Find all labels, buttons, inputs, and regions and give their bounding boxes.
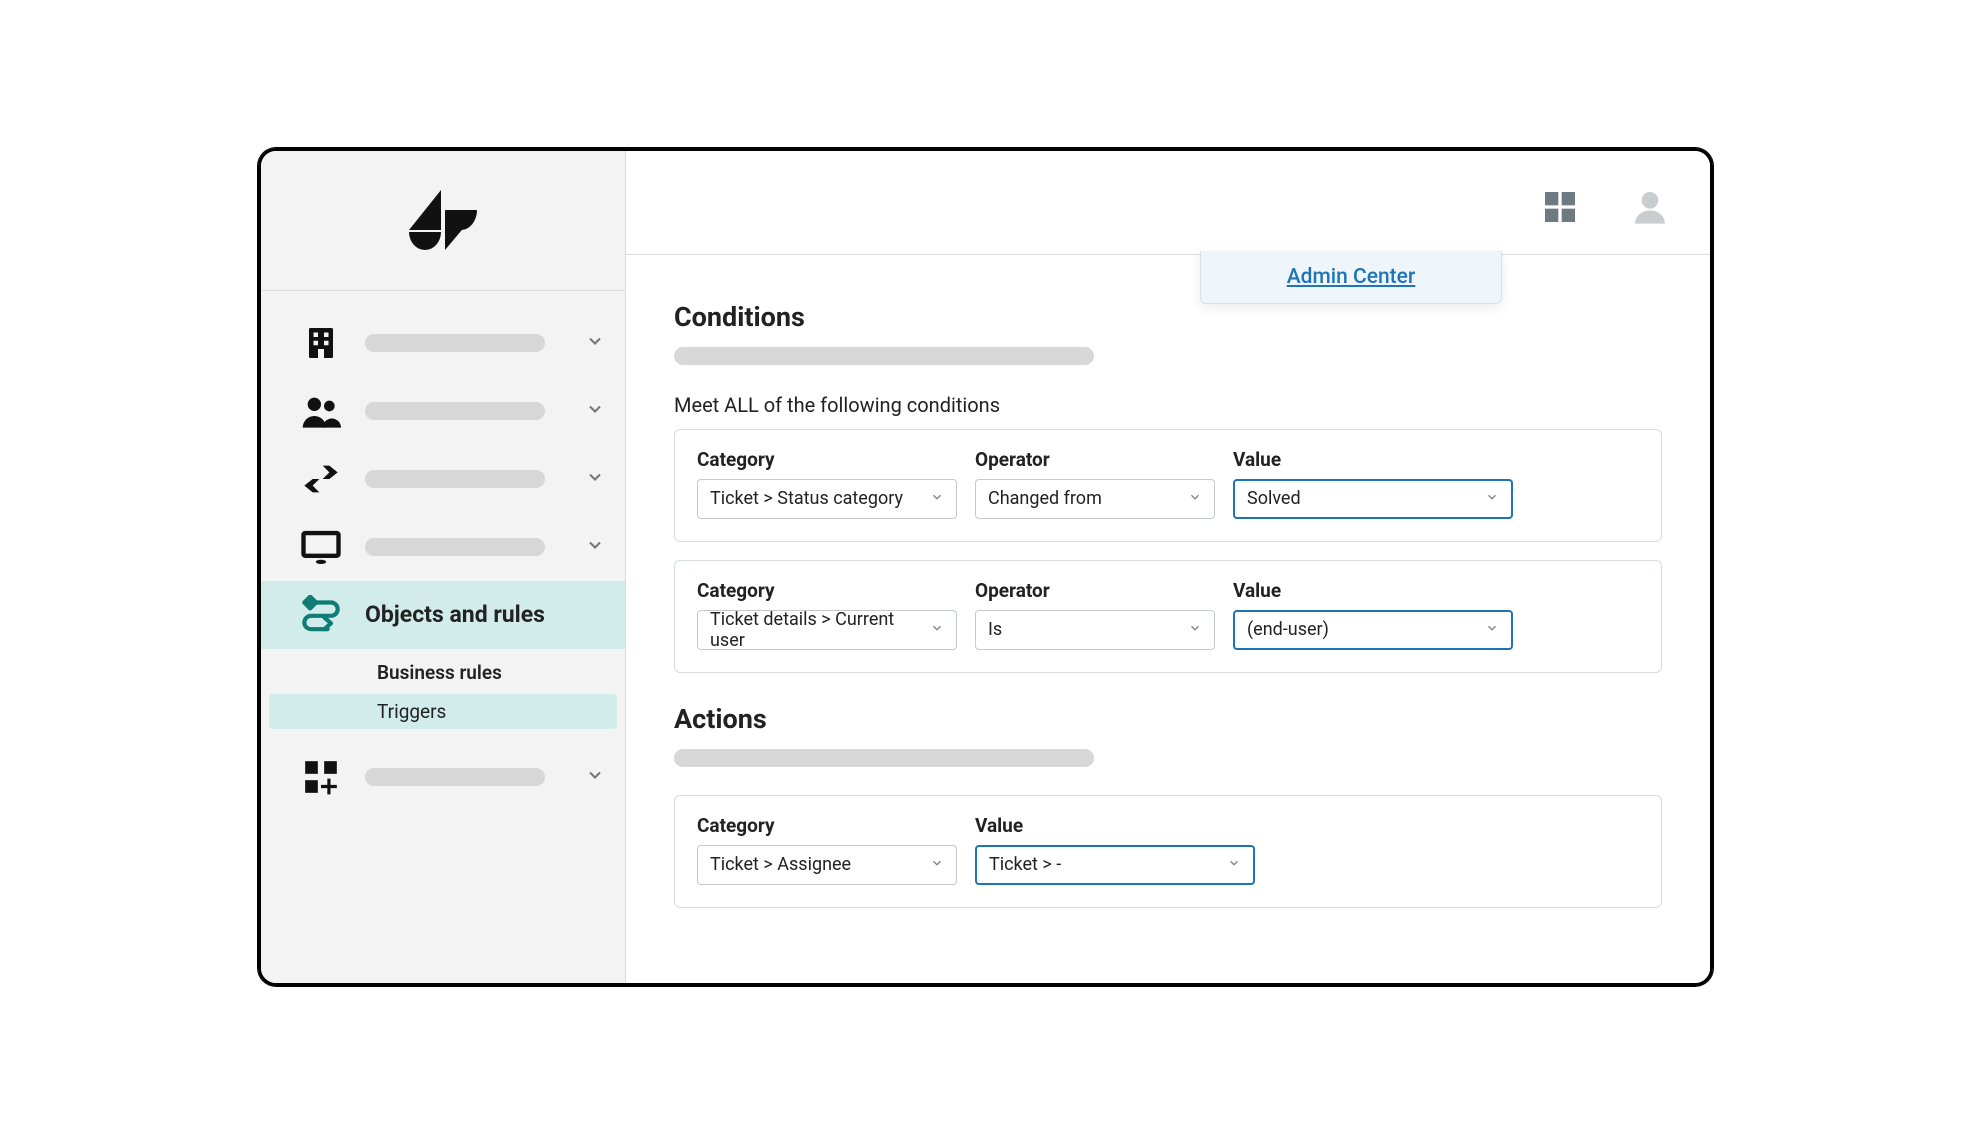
label-value: Value	[1233, 448, 1513, 471]
content: Conditions Meet ALL of the following con…	[626, 151, 1710, 966]
nav-label: Objects and rules	[365, 601, 545, 628]
chevron-down-icon	[930, 854, 944, 875]
header-icons	[1540, 187, 1670, 231]
select-value-box[interactable]: Ticket > -	[975, 845, 1255, 885]
chevron-down-icon	[585, 331, 605, 355]
building-icon	[297, 319, 345, 367]
select-category[interactable]: Ticket > Status category	[697, 479, 957, 519]
select-value: Changed from	[988, 488, 1102, 509]
apps-add-icon	[297, 753, 345, 801]
chevron-down-icon	[1227, 854, 1241, 875]
select-category[interactable]: Ticket > Assignee	[697, 845, 957, 885]
nav-item-org[interactable]	[261, 309, 625, 377]
chevron-down-icon	[1485, 488, 1499, 509]
chevron-down-icon	[1485, 619, 1499, 640]
chevron-down-icon	[585, 765, 605, 789]
select-value: Ticket > -	[989, 854, 1061, 875]
label-category: Category	[697, 448, 957, 471]
nav: Objects and rules Business rules Trigger…	[261, 291, 625, 811]
action-row: Category Ticket > Assignee Value Ticket …	[674, 795, 1662, 908]
nav-placeholder	[365, 538, 545, 556]
select-value: Solved	[1247, 488, 1301, 509]
label-operator: Operator	[975, 579, 1215, 602]
user-avatar-icon[interactable]	[1630, 187, 1670, 231]
admin-center-dropdown: Admin Center	[1200, 251, 1502, 304]
condition-row: Category Ticket > Status category Operat…	[674, 429, 1662, 542]
nav-placeholder	[365, 402, 545, 420]
nav-item-workspaces[interactable]	[261, 513, 625, 581]
nav-placeholder	[365, 470, 545, 488]
subnav-heading[interactable]: Business rules	[269, 655, 617, 690]
actions-title: Actions	[674, 703, 1662, 735]
nav-placeholder	[365, 334, 545, 352]
chevron-down-icon	[930, 488, 944, 509]
select-value: Ticket > Assignee	[710, 854, 851, 875]
select-operator[interactable]: Is	[975, 610, 1215, 650]
label-value: Value	[975, 814, 1255, 837]
zendesk-logo-icon	[407, 190, 479, 250]
select-value: Ticket details > Current user	[710, 609, 922, 651]
chevron-down-icon	[1188, 619, 1202, 640]
monitor-icon	[297, 523, 345, 571]
nav-item-objects-rules[interactable]: Objects and rules	[261, 581, 625, 649]
chevron-down-icon	[585, 467, 605, 491]
main: Admin Center Conditions Meet ALL of the …	[626, 151, 1710, 983]
select-value-box[interactable]: Solved	[1233, 479, 1513, 519]
select-value-box[interactable]: (end-user)	[1233, 610, 1513, 650]
footer-actions: Create trigger	[626, 966, 1710, 983]
nav-placeholder	[365, 768, 545, 786]
select-value: Ticket > Status category	[710, 488, 903, 509]
arrows-icon	[297, 455, 345, 503]
people-icon	[297, 387, 345, 435]
label-category: Category	[697, 814, 957, 837]
chevron-down-icon	[585, 399, 605, 423]
chevron-down-icon	[1188, 488, 1202, 509]
header-divider	[626, 254, 1710, 255]
label-value: Value	[1233, 579, 1513, 602]
select-operator[interactable]: Changed from	[975, 479, 1215, 519]
chevron-down-icon	[930, 619, 944, 640]
body: Objects and rules Business rules Trigger…	[261, 151, 1710, 983]
conditions-subtitle: Meet ALL of the following conditions	[674, 393, 1662, 417]
select-category[interactable]: Ticket details > Current user	[697, 610, 957, 650]
select-value: (end-user)	[1247, 619, 1329, 640]
nav-item-channels[interactable]	[261, 445, 625, 513]
nav-item-people[interactable]	[261, 377, 625, 445]
subnav: Business rules Triggers	[261, 649, 625, 743]
admin-center-link[interactable]: Admin Center	[1287, 265, 1416, 289]
logo	[261, 151, 625, 291]
conditions-title: Conditions	[674, 301, 1662, 333]
app-frame: Objects and rules Business rules Trigger…	[258, 148, 1713, 986]
select-value: Is	[988, 619, 1002, 640]
sidebar: Objects and rules Business rules Trigger…	[261, 151, 626, 983]
condition-row: Category Ticket details > Current user O…	[674, 560, 1662, 673]
subnav-item-triggers[interactable]: Triggers	[269, 694, 617, 729]
flow-icon	[297, 591, 345, 639]
label-operator: Operator	[975, 448, 1215, 471]
label-category: Category	[697, 579, 957, 602]
apps-grid-icon[interactable]	[1540, 187, 1580, 231]
description-placeholder	[674, 749, 1094, 767]
nav-item-apps[interactable]	[261, 743, 625, 811]
description-placeholder	[674, 347, 1094, 365]
chevron-down-icon	[585, 535, 605, 559]
